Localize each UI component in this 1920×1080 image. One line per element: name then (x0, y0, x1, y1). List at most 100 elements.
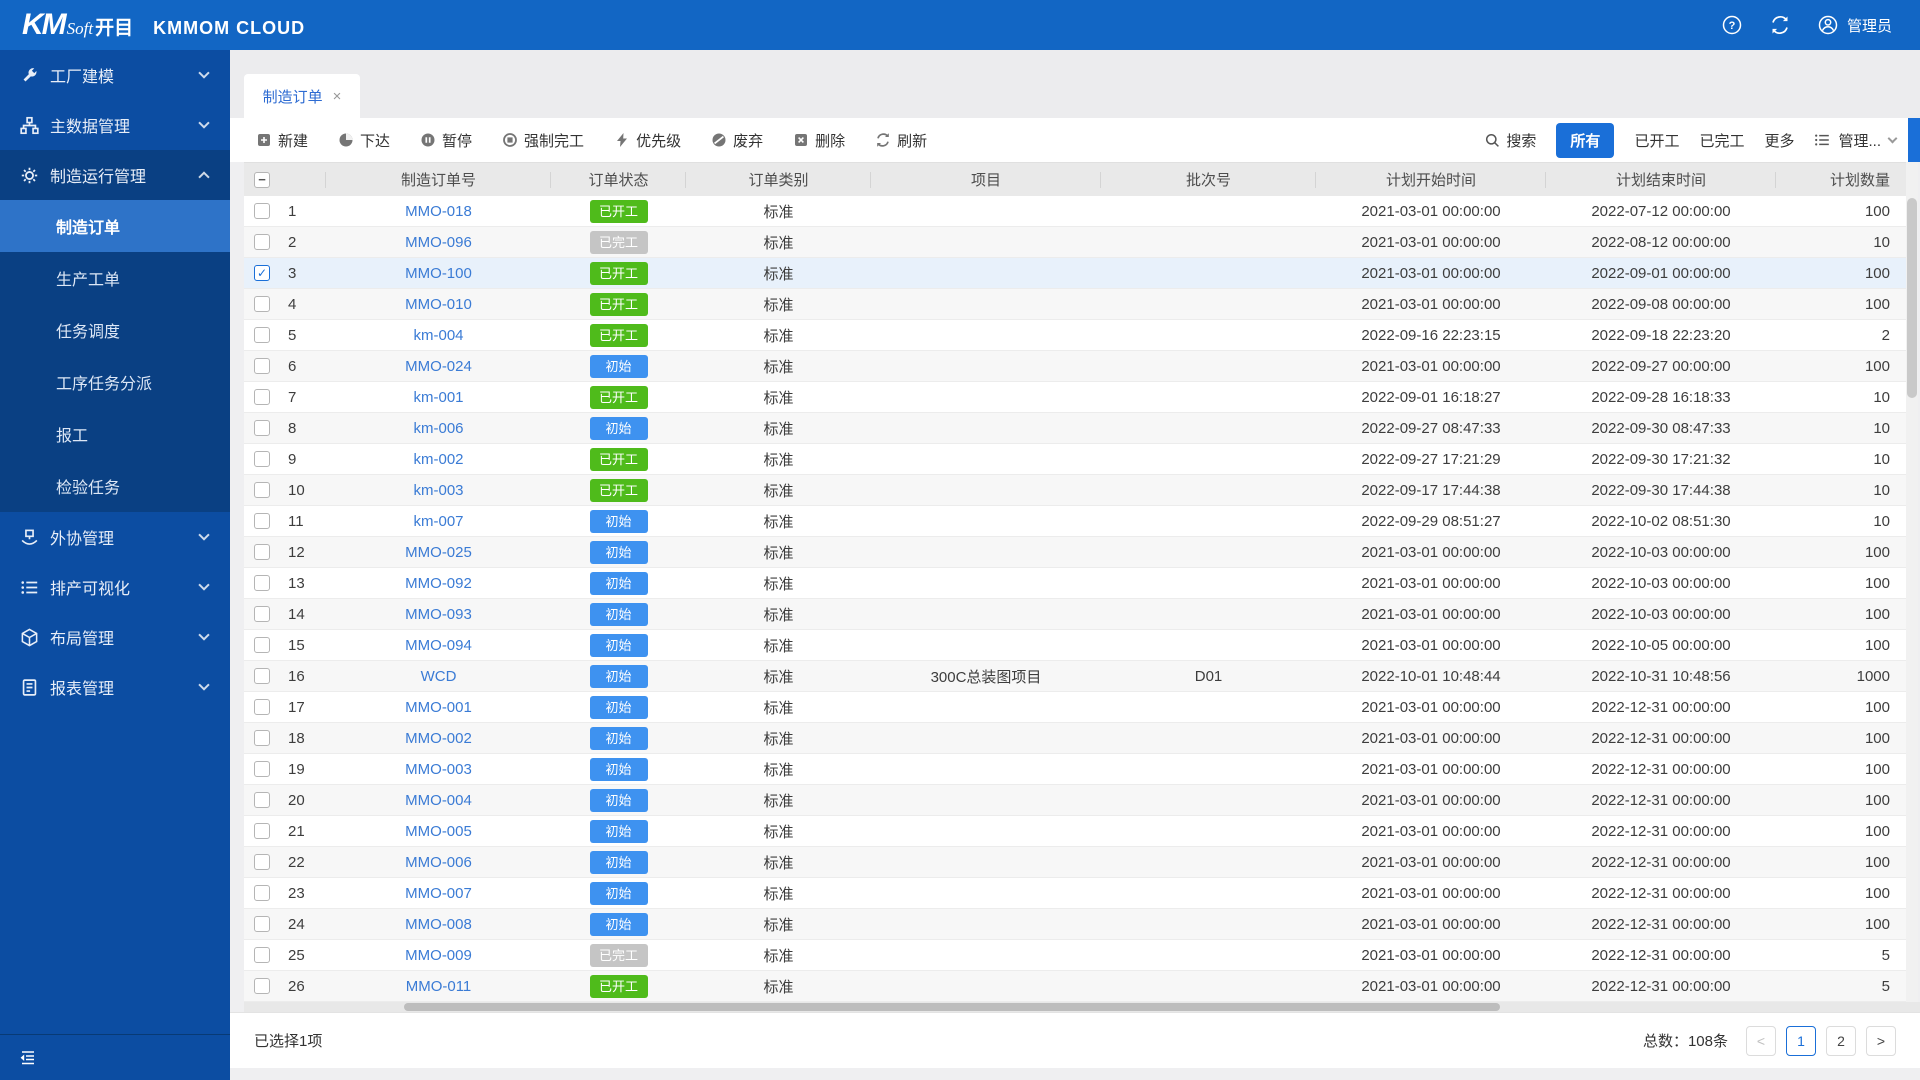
row-checkbox[interactable] (254, 854, 270, 870)
vertical-scrollbar[interactable] (1906, 162, 1918, 1012)
row-checkbox[interactable] (254, 885, 270, 901)
sidebar-item-task-scheduling[interactable]: 任务调度 (0, 304, 230, 356)
table-row[interactable]: 11km-007初始标准2022-09-29 08:51:272022-10-0… (244, 506, 1906, 537)
table-row[interactable]: 22MMO-006初始标准2021-03-01 00:00:002022-12-… (244, 847, 1906, 878)
order-link[interactable]: km-004 (413, 327, 463, 344)
row-checkbox[interactable] (254, 358, 270, 374)
table-row[interactable]: 9km-002已开工标准2022-09-27 17:21:292022-09-3… (244, 444, 1906, 475)
tab-close-icon[interactable]: × (333, 88, 342, 105)
table-row[interactable]: 1MMO-018已开工标准2021-03-01 00:00:002022-07-… (244, 196, 1906, 227)
order-link[interactable]: km-007 (413, 513, 463, 530)
sidebar-item-schedule-visualization[interactable]: 排产可视化 (0, 562, 230, 612)
order-link[interactable]: MMO-002 (405, 730, 472, 747)
row-checkbox[interactable] (254, 730, 270, 746)
order-link[interactable]: MMO-093 (405, 606, 472, 623)
order-link[interactable]: MMO-006 (405, 854, 472, 871)
manage-columns-button[interactable]: 管理... (1814, 130, 1896, 151)
row-checkbox[interactable] (254, 420, 270, 436)
row-checkbox[interactable] (254, 699, 270, 715)
row-checkbox[interactable] (254, 637, 270, 653)
order-link[interactable]: WCD (421, 668, 457, 685)
vertical-scrollbar-thumb[interactable] (1907, 198, 1917, 398)
page-button-2[interactable]: 2 (1826, 1026, 1856, 1056)
row-checkbox[interactable] (254, 606, 270, 622)
filter-all-button[interactable]: 所有 (1556, 123, 1614, 158)
order-link[interactable]: MMO-003 (405, 761, 472, 778)
row-checkbox[interactable] (254, 575, 270, 591)
table-row[interactable]: 25MMO-009已完工标准2021-03-01 00:00:002022-12… (244, 940, 1906, 971)
table-row[interactable]: 10km-003已开工标准2022-09-17 17:44:382022-09-… (244, 475, 1906, 506)
order-link[interactable]: MMO-100 (405, 265, 472, 282)
order-link[interactable]: MMO-007 (405, 885, 472, 902)
row-checkbox[interactable] (254, 916, 270, 932)
horizontal-scrollbar-thumb[interactable] (404, 1003, 1500, 1011)
sidebar-item-op-task-dispatch[interactable]: 工序任务分派 (0, 356, 230, 408)
search-button[interactable]: 搜索 (1485, 130, 1536, 151)
row-checkbox[interactable] (254, 544, 270, 560)
row-checkbox[interactable] (254, 513, 270, 529)
order-link[interactable]: MMO-011 (406, 978, 472, 995)
order-link[interactable]: MMO-092 (405, 575, 472, 592)
sidebar-item-report-management[interactable]: 报表管理 (0, 662, 230, 712)
sidebar-item-outsourcing[interactable]: 外协管理 (0, 512, 230, 562)
row-checkbox[interactable] (254, 451, 270, 467)
order-link[interactable]: MMO-008 (405, 916, 472, 933)
sidebar-item-mfg-orders[interactable]: 制造订单 (0, 200, 230, 252)
sidebar-item-work-reporting[interactable]: 报工 (0, 408, 230, 460)
filter-finished-button[interactable]: 已完工 (1699, 130, 1744, 151)
table-row[interactable]: 17MMO-001初始标准2021-03-01 00:00:002022-12-… (244, 692, 1906, 723)
row-checkbox[interactable] (254, 761, 270, 777)
table-row[interactable]: 5km-004已开工标准2022-09-16 22:23:152022-09-1… (244, 320, 1906, 351)
order-link[interactable]: MMO-004 (405, 792, 472, 809)
discard-button[interactable]: 废弃 (711, 130, 763, 151)
page-button-1[interactable]: 1 (1786, 1026, 1816, 1056)
table-row[interactable]: 12MMO-025初始标准2021-03-01 00:00:002022-10-… (244, 537, 1906, 568)
row-checkbox[interactable] (254, 482, 270, 498)
row-checkbox[interactable] (254, 978, 270, 994)
order-link[interactable]: MMO-010 (405, 296, 472, 313)
table-row[interactable]: 18MMO-002初始标准2021-03-01 00:00:002022-12-… (244, 723, 1906, 754)
table-row[interactable]: 26MMO-011已开工标准2021-03-01 00:00:002022-12… (244, 971, 1906, 1002)
row-checkbox[interactable] (254, 296, 270, 312)
table-row[interactable]: 8km-006初始标准2022-09-27 08:47:332022-09-30… (244, 413, 1906, 444)
sidebar-item-production-workorders[interactable]: 生产工单 (0, 252, 230, 304)
table-row[interactable]: 13MMO-092初始标准2021-03-01 00:00:002022-10-… (244, 568, 1906, 599)
order-link[interactable]: MMO-009 (405, 947, 472, 964)
select-all-checkbox[interactable] (254, 172, 270, 188)
delete-button[interactable]: 删除 (793, 130, 845, 151)
sidebar-item-factory-modeling[interactable]: 工厂建模 (0, 50, 230, 100)
table-row[interactable]: 6MMO-024初始标准2021-03-01 00:00:002022-09-2… (244, 351, 1906, 382)
row-checkbox[interactable] (254, 947, 270, 963)
sidebar-item-master-data[interactable]: 主数据管理 (0, 100, 230, 150)
order-link[interactable]: km-001 (413, 389, 463, 406)
filter-more-button[interactable]: 更多 (1764, 130, 1794, 151)
refresh-icon[interactable] (1769, 14, 1791, 36)
sidebar-item-inspection-tasks[interactable]: 检验任务 (0, 460, 230, 512)
order-link[interactable]: MMO-005 (405, 823, 472, 840)
table-row[interactable]: 24MMO-008初始标准2021-03-01 00:00:002022-12-… (244, 909, 1906, 940)
table-row[interactable]: 2MMO-096已完工标准2021-03-01 00:00:002022-08-… (244, 227, 1906, 258)
order-link[interactable]: MMO-094 (405, 637, 472, 654)
row-checkbox[interactable] (254, 668, 270, 684)
new-button[interactable]: 新建 (256, 130, 308, 151)
horizontal-scrollbar[interactable] (244, 1002, 1920, 1012)
table-row[interactable]: 14MMO-093初始标准2021-03-01 00:00:002022-10-… (244, 599, 1906, 630)
order-link[interactable]: MMO-024 (405, 358, 472, 375)
help-icon[interactable]: ? (1721, 14, 1743, 36)
next-page-button[interactable]: > (1866, 1026, 1896, 1056)
order-link[interactable]: MMO-018 (405, 203, 472, 220)
table-row[interactable]: 4MMO-010已开工标准2021-03-01 00:00:002022-09-… (244, 289, 1906, 320)
filter-started-button[interactable]: 已开工 (1634, 130, 1679, 151)
table-row[interactable]: 15MMO-094初始标准2021-03-01 00:00:002022-10-… (244, 630, 1906, 661)
priority-button[interactable]: 优先级 (614, 130, 681, 151)
order-link[interactable]: km-002 (413, 451, 463, 468)
order-link[interactable]: km-006 (413, 420, 463, 437)
table-row[interactable]: 19MMO-003初始标准2021-03-01 00:00:002022-12-… (244, 754, 1906, 785)
table-row[interactable]: 3MMO-100已开工标准2021-03-01 00:00:002022-09-… (244, 258, 1906, 289)
table-row[interactable]: 23MMO-007初始标准2021-03-01 00:00:002022-12-… (244, 878, 1906, 909)
pause-button[interactable]: 暂停 (420, 130, 472, 151)
row-checkbox[interactable] (254, 265, 270, 281)
table-row[interactable]: 21MMO-005初始标准2021-03-01 00:00:002022-12-… (244, 816, 1906, 847)
grid-settings-handle[interactable] (1908, 118, 1920, 162)
sidebar-item-layout-management[interactable]: 布局管理 (0, 612, 230, 662)
